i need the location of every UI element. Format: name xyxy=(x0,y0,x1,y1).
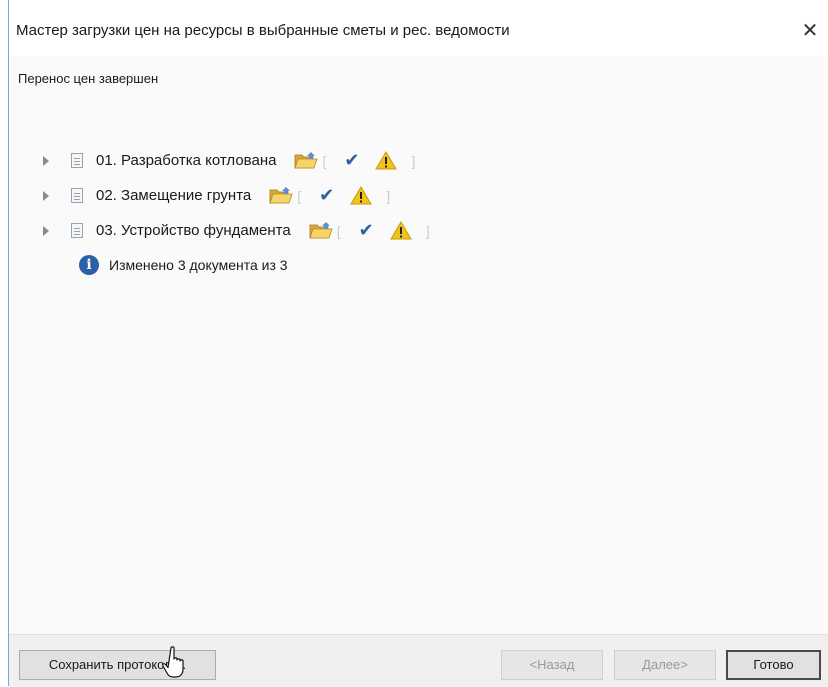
tree-row: 02. Замещение грунта [ ✔ ] xyxy=(33,178,430,213)
button-bar: Сохранить протокол ... <Назад Далее> Гот… xyxy=(9,634,828,687)
expand-arrow-icon[interactable] xyxy=(43,155,49,166)
wizard-window: Мастер загрузки цен на ресурсы в выбранн… xyxy=(8,0,828,687)
estimate-document-icon xyxy=(71,223,83,238)
summary-row: i Изменено 3 документа из 3 xyxy=(79,255,288,275)
check-icon: ✔ xyxy=(319,185,335,206)
estimate-document-icon xyxy=(71,188,83,203)
title-bar: Мастер загрузки цен на ресурсы в выбранн… xyxy=(9,0,828,56)
mouse-pointer-icon xyxy=(162,646,184,678)
back-button[interactable]: <Назад xyxy=(501,650,603,680)
close-button[interactable]: ✕ xyxy=(792,14,828,46)
document-name[interactable]: 02. Замещение грунта xyxy=(96,187,251,204)
folder-open-icon[interactable] xyxy=(309,221,333,240)
close-icon: ✕ xyxy=(801,18,819,42)
bracket-open: [ xyxy=(336,222,341,239)
expand-arrow-icon[interactable] xyxy=(43,190,49,201)
status-heading: Перенос цен завершен xyxy=(18,71,159,86)
bracket-open: [ xyxy=(297,187,302,204)
tree-row: 03. Устройство фундамента [ ✔ ] xyxy=(33,213,430,248)
folder-open-icon[interactable] xyxy=(294,151,319,170)
warning-icon[interactable] xyxy=(389,221,412,240)
next-button[interactable]: Далее> xyxy=(614,650,716,680)
tree-row: 01. Разработка котлована [ ✔ ] xyxy=(33,143,430,178)
window-title: Мастер загрузки цен на ресурсы в выбранн… xyxy=(16,22,510,39)
document-name[interactable]: 03. Устройство фундамента xyxy=(96,222,291,239)
info-icon: i xyxy=(79,255,99,275)
done-button[interactable]: Готово xyxy=(726,650,821,680)
estimate-document-icon xyxy=(71,153,83,168)
bracket-close: ] xyxy=(386,187,391,204)
folder-open-icon[interactable] xyxy=(269,186,293,205)
bracket-close: ] xyxy=(411,152,416,169)
document-name[interactable]: 01. Разработка котлована xyxy=(96,152,276,169)
warning-icon[interactable] xyxy=(375,151,398,170)
check-icon: ✔ xyxy=(344,150,360,171)
summary-text: Изменено 3 документа из 3 xyxy=(109,257,288,273)
bracket-close: ] xyxy=(425,222,430,239)
warning-icon[interactable] xyxy=(350,186,373,205)
documents-tree: 01. Разработка котлована [ ✔ ] 02. Замещ… xyxy=(33,143,430,248)
bracket-open: [ xyxy=(322,152,327,169)
expand-arrow-icon[interactable] xyxy=(43,225,49,236)
check-icon: ✔ xyxy=(358,220,374,241)
